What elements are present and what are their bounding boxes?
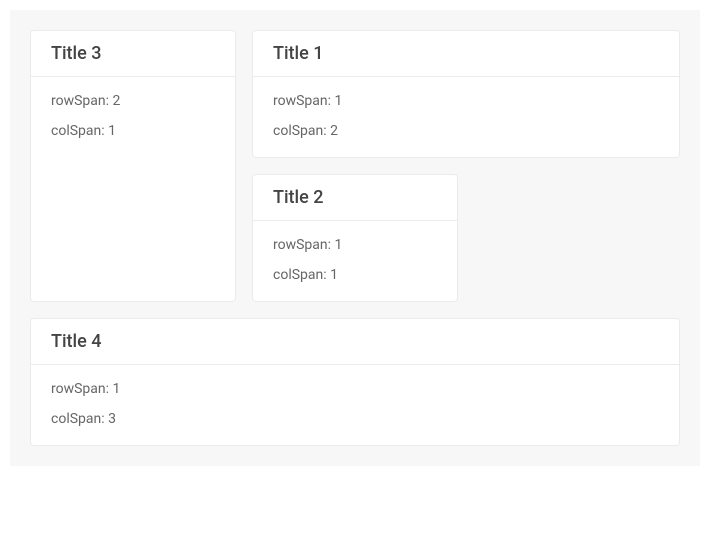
card-colspan-label: colSpan: 3 [51,411,659,427]
card-colspan-label: colSpan: 2 [273,123,659,139]
card-rowspan-label: rowSpan: 1 [273,237,437,253]
card-title-4: Title 4 rowSpan: 1 colSpan: 3 [30,318,680,446]
card-rowspan-label: rowSpan: 2 [51,93,215,109]
card-body: rowSpan: 1 colSpan: 3 [31,365,679,445]
card-title: Title 1 [253,31,679,77]
card-colspan-label: colSpan: 1 [51,123,215,139]
card-colspan-label: colSpan: 1 [273,267,437,283]
card-body: rowSpan: 1 colSpan: 2 [253,77,679,157]
grid-container: Title 3 rowSpan: 2 colSpan: 1 Title 1 ro… [10,10,700,466]
card-title: Title 2 [253,175,457,221]
card-body: rowSpan: 2 colSpan: 1 [31,77,235,157]
card-title-2: Title 2 rowSpan: 1 colSpan: 1 [252,174,458,302]
card-title-3: Title 3 rowSpan: 2 colSpan: 1 [30,30,236,302]
card-body: rowSpan: 1 colSpan: 1 [253,221,457,301]
card-title: Title 4 [31,319,679,365]
card-rowspan-label: rowSpan: 1 [273,93,659,109]
card-grid: Title 3 rowSpan: 2 colSpan: 1 Title 1 ro… [30,30,680,446]
card-rowspan-label: rowSpan: 1 [51,381,659,397]
card-title: Title 3 [31,31,235,77]
card-title-1: Title 1 rowSpan: 1 colSpan: 2 [252,30,680,158]
